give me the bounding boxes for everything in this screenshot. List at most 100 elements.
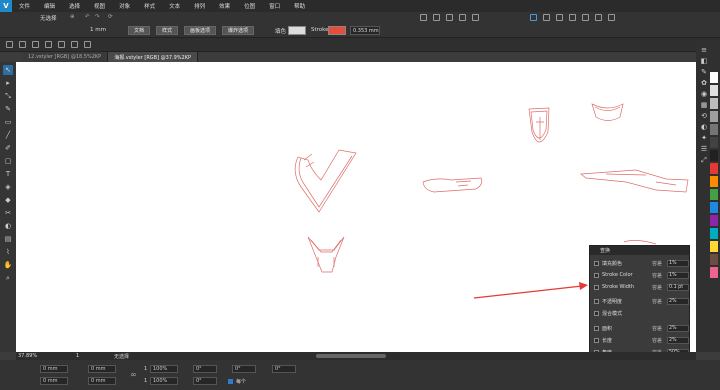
palette-swatch[interactable] [710,176,718,187]
group-icon[interactable] [472,14,479,21]
hand-tool-icon[interactable]: ✋ [3,260,13,270]
crop-tool-icon[interactable]: ▭ [3,117,13,127]
palette-swatch[interactable] [710,267,718,278]
zoom-tool-icon[interactable]: ⌕ [3,273,13,283]
text-tool-icon[interactable]: T [3,169,13,179]
pages-icon[interactable]: ▦ [698,101,710,109]
pen-tool-icon[interactable]: ✎ [3,104,13,114]
redo-icon[interactable]: ↷ [95,14,100,20]
distribute-icon[interactable] [459,14,466,21]
link-icon[interactable]: ∞ [130,370,137,379]
row-checkbox[interactable] [594,298,599,304]
eyedropper-tool-icon[interactable]: ⌇ [3,247,13,257]
palette-swatch[interactable] [710,215,718,226]
y-field[interactable]: 0 mm [40,377,68,385]
lock-icon[interactable] [71,41,78,48]
outline-view-icon[interactable] [530,14,537,21]
width-scale-field[interactable]: 100% [150,365,178,373]
palette-swatch[interactable] [710,111,718,122]
row-checkbox[interactable] [594,284,599,290]
arrange-back-icon[interactable] [19,41,26,48]
toolbar-button[interactable]: 爆炸选项 [222,26,254,35]
page-number[interactable]: 1 [76,353,79,359]
rotate-icon[interactable] [58,41,65,48]
palette-swatch[interactable] [710,189,718,200]
menu-item[interactable]: 效果 [212,2,237,10]
guides-icon[interactable] [582,14,589,21]
menu-item[interactable]: 文本 [162,2,187,10]
crosshair-icon[interactable]: ⊕ [70,14,75,20]
effects-icon[interactable]: ✦ [698,134,710,142]
y2-field[interactable]: 0 mm [88,377,116,385]
flip-vertical-icon[interactable] [45,41,52,48]
horizontal-scrollbar[interactable] [316,354,386,358]
palette-swatch[interactable] [710,72,718,83]
each-checkbox[interactable] [228,379,233,384]
stroke-width-input[interactable]: 0.353 mm [350,26,380,35]
align-right-icon[interactable] [446,14,453,21]
tolerance-input[interactable]: 2% [667,336,689,344]
blend-tool-icon[interactable]: ◐ [3,221,13,231]
refresh-icon[interactable]: ⟳ [108,14,113,20]
x2-field[interactable]: 0 mm [88,365,116,373]
palette-swatch[interactable] [710,202,718,213]
undo-icon[interactable]: ↶ [85,14,90,20]
stack-icon[interactable]: ☰ [698,145,710,153]
hide-icon[interactable] [84,41,91,48]
fill-swatch[interactable] [288,26,306,35]
transform-tool-icon[interactable]: ⤡ [3,91,13,101]
document-tab[interactable]: 海报.vstyler [RGB] @37.9%2KP [108,52,198,62]
skew-x-field[interactable]: 0° [232,365,256,373]
row-checkbox[interactable] [594,325,599,331]
tolerance-input[interactable]: 1% [667,271,689,279]
snap-icon[interactable] [569,14,576,21]
row-checkbox[interactable] [594,272,599,278]
rulers-icon[interactable] [595,14,602,21]
arrange-front-icon[interactable] [6,41,13,48]
app-logo-icon[interactable]: V [0,0,12,12]
rotate2-field[interactable]: 0° [193,377,217,385]
styles-icon[interactable]: ◉ [698,90,710,98]
stroke-swatch[interactable] [328,26,346,35]
palette-swatch[interactable] [710,85,718,96]
brush-icon[interactable]: ✎ [698,68,710,76]
toolbar-button[interactable]: 样式 [156,26,178,35]
menu-item[interactable]: 帮助 [287,2,312,10]
layers-icon[interactable]: ≡ [698,46,710,54]
tolerance-input[interactable]: 1% [667,259,689,267]
toolbar-button[interactable]: 文档 [128,26,150,35]
history-icon[interactable]: ⟲ [698,112,710,120]
menu-item[interactable]: 文件 [12,2,37,10]
x-field[interactable]: 0 mm [40,365,68,373]
palette-swatch[interactable] [710,150,718,161]
palette-swatch[interactable] [710,98,718,109]
menu-item[interactable]: 窗口 [262,2,287,10]
gradient-tool-icon[interactable]: ▤ [3,234,13,244]
row-checkbox[interactable] [594,337,599,343]
size-field[interactable]: 1 mm [90,27,106,33]
palette-swatch[interactable] [710,254,718,265]
toolbar-button[interactable]: 画板选项 [184,26,216,35]
pixel-view-icon[interactable] [543,14,550,21]
tolerance-input[interactable]: 0.1 pt [667,283,689,291]
skew-y-field[interactable]: 0° [272,365,296,373]
symbols-icon[interactable]: ✿ [698,79,710,87]
eraser-tool-icon[interactable]: ◆ [3,195,13,205]
palette-swatch[interactable] [710,241,718,252]
document-tab[interactable]: 12.vstyler [RGB] @18.5%2KP [22,52,109,62]
grid-view-icon[interactable] [556,14,563,21]
knife-tool-icon[interactable]: ✂ [3,208,13,218]
select-tool-icon[interactable]: ↖ [3,65,13,75]
tolerance-input[interactable]: 2% [667,324,689,332]
palette-swatch[interactable] [710,163,718,174]
shape-tool-icon[interactable]: ▢ [3,156,13,166]
brush-tool-icon[interactable]: ✐ [3,143,13,153]
menu-item[interactable]: 对象 [112,2,137,10]
settings-icon[interactable] [608,14,615,21]
palette-swatch[interactable] [710,228,718,239]
menu-item[interactable]: 选择 [62,2,87,10]
row-checkbox[interactable] [594,260,599,266]
tolerance-input[interactable]: 2% [667,297,689,305]
color-icon[interactable]: ◐ [698,123,710,131]
menu-item[interactable]: 样式 [137,2,162,10]
